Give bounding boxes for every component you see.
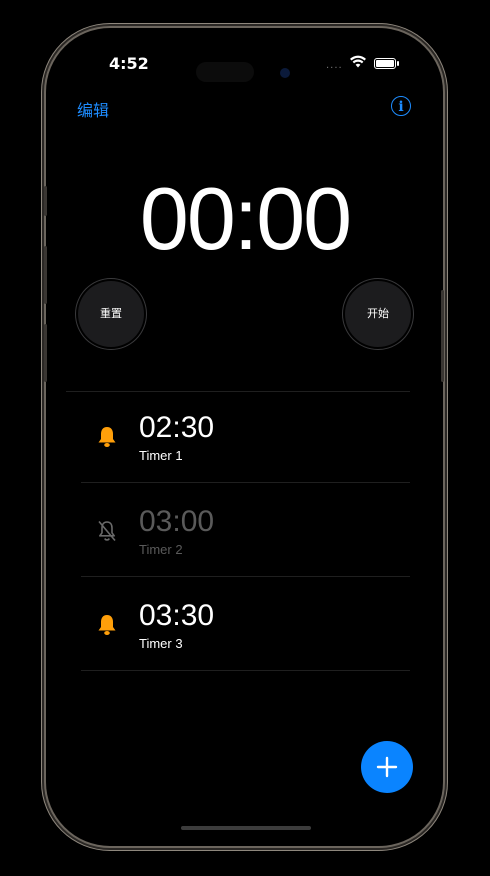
home-indicator[interactable] [181, 826, 311, 830]
plus-icon [376, 756, 398, 778]
bell-slash-icon [98, 520, 116, 542]
timer-label: Timer 2 [139, 542, 183, 557]
battery-icon [374, 58, 399, 69]
status-time: 4:52 [109, 54, 149, 73]
start-button[interactable]: 开始 [345, 281, 411, 347]
bell-icon [98, 427, 116, 447]
timer-time: 03:00 [139, 505, 215, 538]
timer-label: Timer 1 [139, 448, 183, 463]
info-icon[interactable]: i [391, 96, 411, 116]
timer-label: Timer 3 [139, 636, 183, 651]
volume-down-button [44, 324, 47, 382]
reset-button[interactable]: 重置 [78, 281, 144, 347]
timer-display: 00:00 [139, 169, 352, 268]
dynamic-island [196, 62, 254, 82]
wifi-icon [350, 55, 366, 68]
power-button [441, 290, 444, 382]
bell-icon [98, 615, 116, 635]
timer-time: 02:30 [139, 411, 215, 444]
divider [81, 670, 410, 671]
signal-icon: .... [326, 60, 343, 71]
add-timer-button[interactable] [361, 741, 413, 793]
edit-button[interactable]: 编辑 [77, 97, 109, 121]
timer-time: 03:30 [139, 599, 215, 632]
camera-dot [280, 68, 290, 78]
